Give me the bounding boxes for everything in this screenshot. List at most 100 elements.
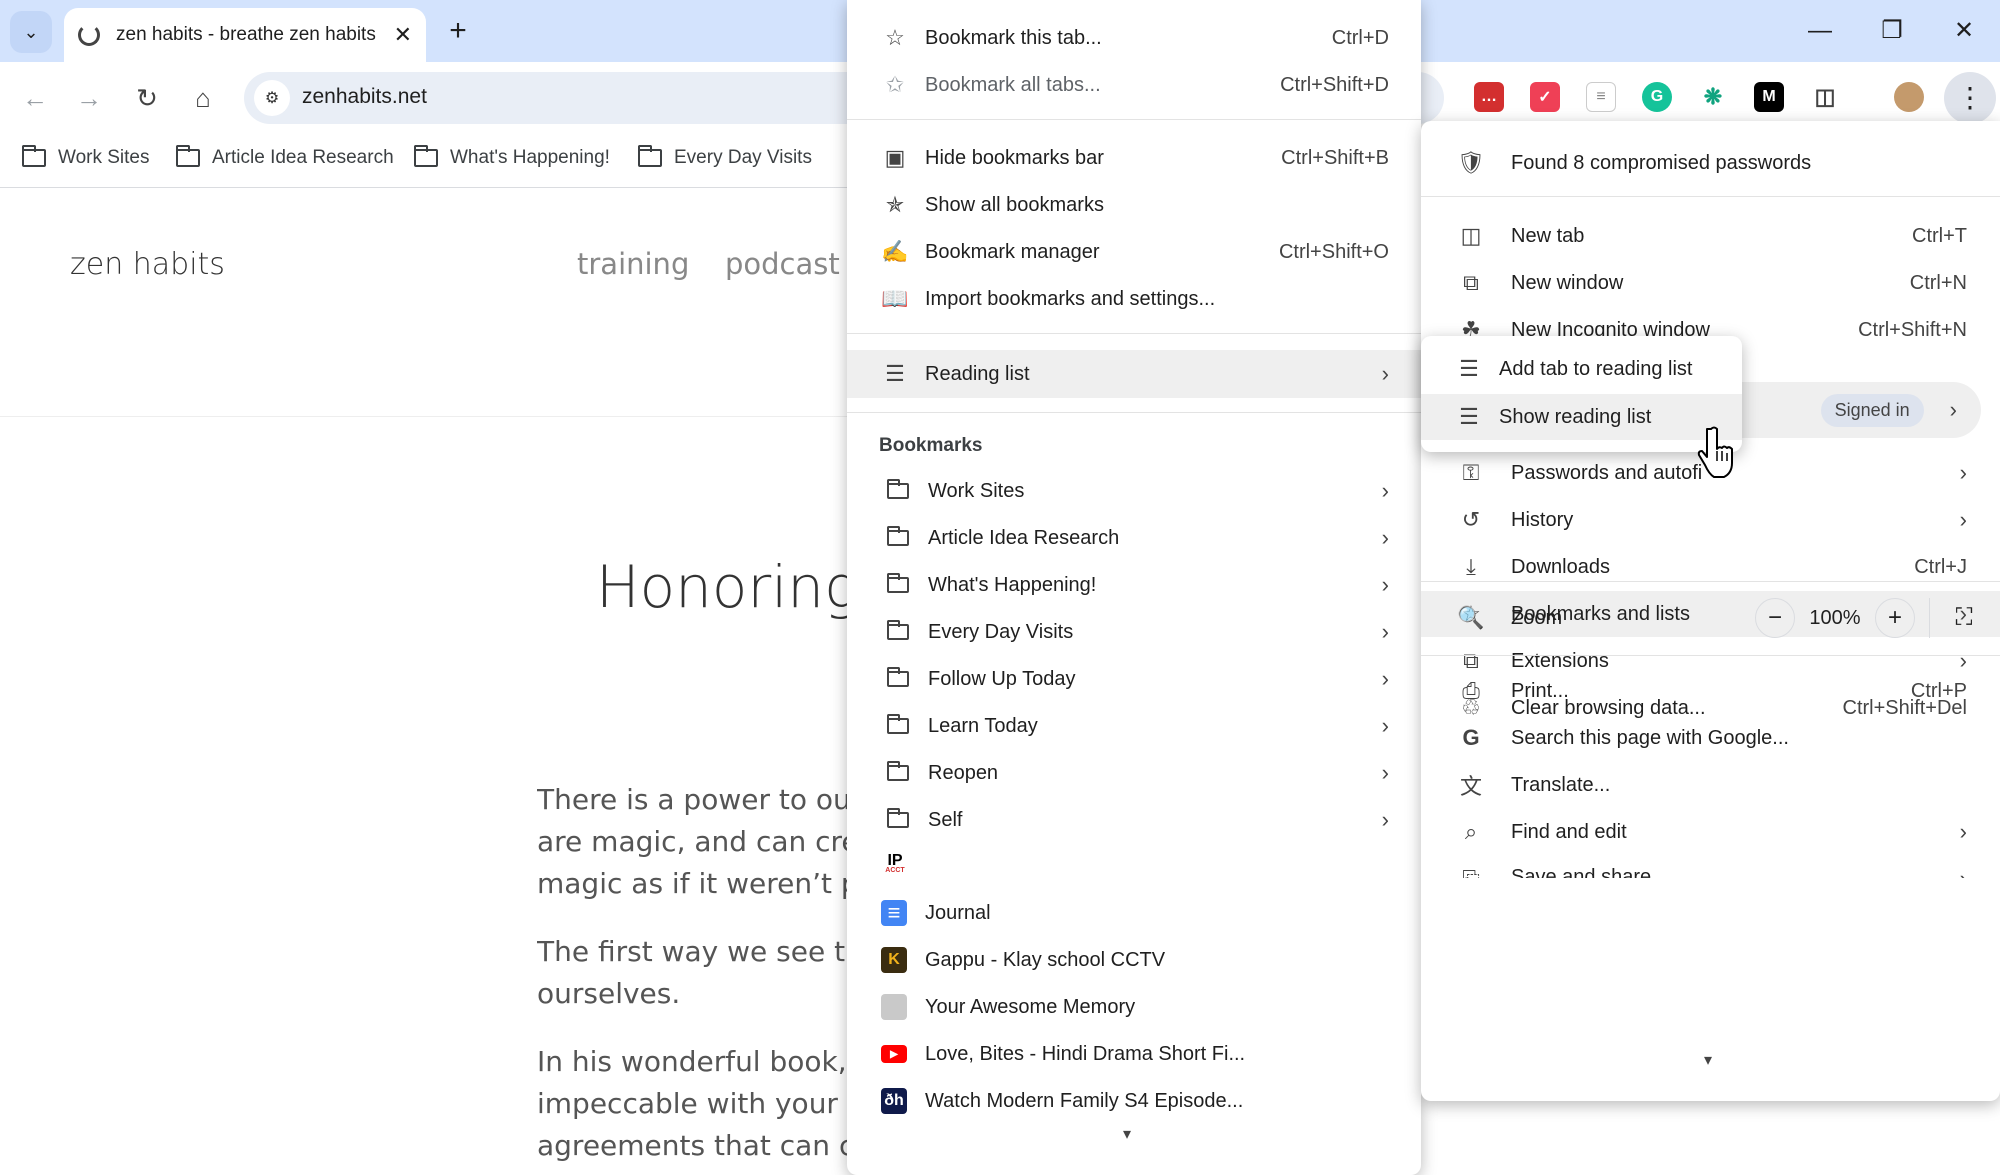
- new-tab-item[interactable]: ◫ New tab Ctrl+T: [1421, 213, 2000, 259]
- folder-icon: [638, 145, 662, 167]
- bookmark-folder-item[interactable]: Article Idea Research ›: [847, 515, 1421, 561]
- bookmark-folder-item[interactable]: Self ›: [847, 797, 1421, 843]
- save-and-share-item[interactable]: ⎘ Save and share ›: [1421, 856, 2000, 878]
- chevron-right-icon: ›: [1959, 507, 1967, 532]
- bookmark-folder-item[interactable]: Reopen ›: [847, 750, 1421, 796]
- all-bookmarks-icon: ✯: [885, 192, 905, 217]
- chevron-right-icon: ›: [1381, 525, 1389, 550]
- translate-item[interactable]: 文 Translate...: [1421, 762, 2000, 808]
- new-tab-icon: ◫: [1460, 223, 1482, 248]
- bookmark-manager-item[interactable]: ✍ Bookmark manager Ctrl+Shift+O: [847, 229, 1421, 275]
- ip-acct-bookmark[interactable]: IP ACCT: [847, 842, 1421, 888]
- chrome-menu-button[interactable]: ⋮: [1944, 72, 1996, 124]
- zoom-out-button[interactable]: −: [1755, 598, 1795, 638]
- active-tab[interactable]: zen habits - breathe zen habits ✕: [64, 8, 426, 62]
- new-window-icon: ⧉: [1463, 270, 1479, 295]
- bookmark-folder-whats-happening[interactable]: What's Happening!: [414, 145, 610, 169]
- bookmark-link-item[interactable]: Your Awesome Memory: [847, 984, 1421, 1030]
- search-this-page-with-google-item[interactable]: G Search this page with Google...: [1421, 715, 2000, 761]
- bookmark-this-tab-item[interactable]: ☆ Bookmark this tab... Ctrl+D: [847, 15, 1421, 61]
- history-icon: ↺: [1461, 507, 1481, 532]
- lastpass-icon[interactable]: …: [1474, 82, 1504, 112]
- compromised-passwords-alert[interactable]: 🛡 Found 8 compromised passwords: [1421, 140, 2000, 186]
- back-button[interactable]: ←: [16, 79, 54, 117]
- tab-search-button[interactable]: ⌄: [10, 11, 52, 53]
- folder-icon: [884, 665, 912, 693]
- signed-in-badge: Signed in: [1820, 393, 1924, 427]
- new-tab-button[interactable]: +: [440, 14, 476, 50]
- show-all-bookmarks-item[interactable]: ✯ Show all bookmarks: [847, 182, 1421, 228]
- bookmark-folder-item[interactable]: Every Day Visits ›: [847, 609, 1421, 655]
- text-line: ourselves.: [537, 977, 681, 1010]
- fullscreen-icon[interactable]: ⛶: [1944, 598, 1984, 638]
- bookmark-folder-item[interactable]: Work Sites ›: [847, 468, 1421, 514]
- home-button[interactable]: ⌂: [184, 79, 222, 117]
- menu-item-label: Bookmark manager: [925, 240, 1100, 263]
- nav-link-training[interactable]: training: [577, 247, 689, 281]
- new-window-item[interactable]: ⧉ New window Ctrl+N: [1421, 260, 2000, 306]
- ip-acct-favicon: IP ACCT: [881, 851, 909, 879]
- shortcut: Ctrl+Shift+D: [1280, 73, 1389, 96]
- forward-button[interactable]: →: [70, 79, 108, 117]
- text-line: In his wonderful book, Th: [537, 1045, 857, 1078]
- bookmark-folder-item[interactable]: Follow Up Today ›: [847, 656, 1421, 702]
- import-bookmarks-item[interactable]: 📖 Import bookmarks and settings...: [847, 276, 1421, 322]
- medium-icon[interactable]: M: [1754, 82, 1784, 112]
- separator: [847, 119, 1421, 120]
- restore-button[interactable]: ❐: [1872, 12, 1912, 50]
- reload-button[interactable]: ↻: [128, 79, 166, 117]
- downloads-item[interactable]: ⤓ Downloads Ctrl+J: [1421, 544, 2000, 590]
- star-icon: ☆: [885, 25, 905, 50]
- find-and-edit-item[interactable]: ⌕ Find and edit ›: [1421, 809, 2000, 855]
- history-item[interactable]: ↺ History ›: [1421, 497, 2000, 543]
- menu-item-label: What's Happening!: [928, 573, 1097, 596]
- site-name[interactable]: zen habits: [70, 247, 225, 282]
- close-icon[interactable]: ✕: [394, 22, 412, 48]
- grammarly-icon[interactable]: G: [1642, 82, 1672, 112]
- hide-bookmarks-bar-item[interactable]: ▣ Hide bookmarks bar Ctrl+Shift+B: [847, 135, 1421, 181]
- pocket-icon[interactable]: ✓: [1530, 82, 1560, 112]
- folder-icon: [884, 759, 912, 787]
- chatgpt-icon[interactable]: ❋: [1698, 82, 1728, 112]
- minimize-button[interactable]: —: [1800, 12, 1840, 50]
- bookmark-label: What's Happening!: [450, 147, 610, 168]
- print-item[interactable]: ⎙ Print... Ctrl+P: [1421, 668, 2000, 714]
- bookmark-folder-item[interactable]: What's Happening! ›: [847, 562, 1421, 608]
- bookmark-label: Every Day Visits: [674, 147, 812, 168]
- bookmark-link-item[interactable]: K Gappu - Klay school CCTV: [847, 937, 1421, 983]
- separator: [847, 412, 1421, 413]
- chrome-menu: 🛡 Found 8 compromised passwords ◫ New ta…: [1421, 121, 2000, 1101]
- puzzle-icon[interactable]: ◫: [1810, 82, 1840, 112]
- site-settings-icon[interactable]: ⚙: [254, 80, 290, 116]
- menu-item-label: Show reading list: [1499, 405, 1652, 428]
- bookmark-folder-work-sites[interactable]: Work Sites: [22, 145, 150, 169]
- avatar[interactable]: [1894, 82, 1924, 112]
- bookmark-folder-every-day[interactable]: Every Day Visits: [638, 145, 812, 169]
- chevron-right-icon: ›: [1959, 460, 1967, 485]
- scroll-down-arrow-icon[interactable]: ▾: [1704, 1050, 1712, 1070]
- bookmark-folder-article-idea[interactable]: Article Idea Research: [176, 145, 394, 169]
- bookmark-link-item[interactable]: ≡ Journal: [847, 890, 1421, 936]
- chevron-right-icon: ›: [1960, 866, 1967, 878]
- bookmark-all-tabs-item[interactable]: ✩ Bookmark all tabs... Ctrl+Shift+D: [847, 62, 1421, 108]
- extension-icon[interactable]: ≡: [1586, 82, 1616, 112]
- add-tab-to-reading-list-item[interactable]: ☰ Add tab to reading list: [1421, 346, 1742, 392]
- menu-item-label: Find and edit: [1511, 820, 1627, 843]
- bookmark-link-item[interactable]: ▶ Love, Bites - Hindi Drama Short Fi...: [847, 1031, 1421, 1077]
- scroll-down-arrow-icon[interactable]: ▾: [1123, 1124, 1131, 1144]
- reading-list-item[interactable]: ☰ Reading list ›: [847, 350, 1421, 398]
- add-to-list-icon: ☰: [1459, 356, 1479, 381]
- text-line: The first way we see this: [537, 935, 857, 968]
- menu-item-label: History: [1511, 508, 1574, 531]
- show-reading-list-item[interactable]: ☰ Show reading list: [1421, 394, 1742, 440]
- reading-list-icon: ☰: [885, 361, 905, 386]
- separator: [1421, 655, 2000, 656]
- chevron-down-icon: ⌄: [23, 21, 39, 42]
- bookmark-link-item[interactable]: ðh Watch Modern Family S4 Episode...: [847, 1078, 1421, 1124]
- bookmark-folder-item[interactable]: Learn Today ›: [847, 703, 1421, 749]
- nav-link-podcast[interactable]: podcast: [725, 247, 840, 281]
- zoom-in-button[interactable]: +: [1875, 598, 1915, 638]
- star-all-icon: ✩: [885, 72, 905, 97]
- menu-item-label: Journal: [925, 901, 991, 924]
- close-window-button[interactable]: ✕: [1944, 12, 1984, 50]
